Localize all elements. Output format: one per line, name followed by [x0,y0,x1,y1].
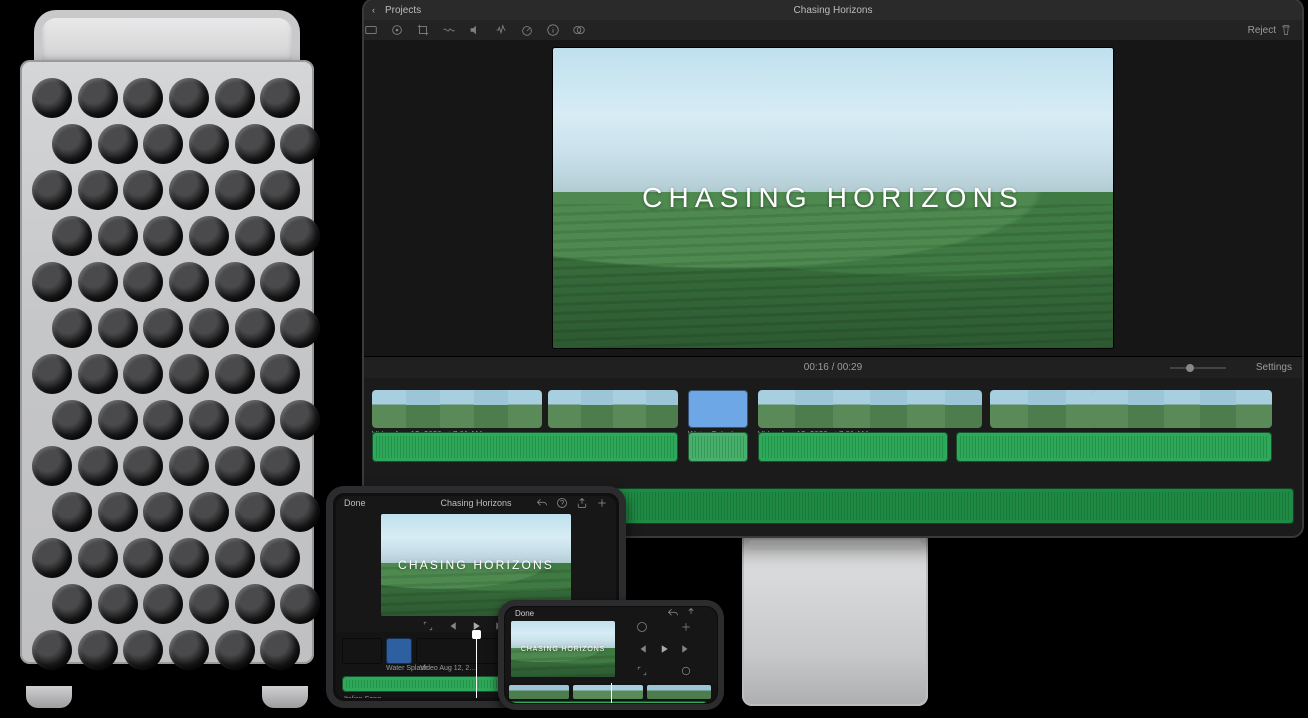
prev-icon[interactable] [446,620,458,632]
done-button[interactable]: Done [515,609,534,618]
imovie-app: ‹ Projects Chasing Horizons [364,0,1302,536]
share-icon[interactable] [576,497,588,509]
audio-clip[interactable] [372,432,678,462]
back-to-projects[interactable]: Projects [385,5,421,16]
music-clip[interactable] [509,701,707,703]
add-icon[interactable] [596,497,608,509]
mac-pro-tower [20,14,314,686]
iphone-controls [621,621,711,681]
video-track[interactable]: Video Aug 12, 2020 at 7:01 AM Water Spla… [372,390,1294,428]
mac-pro-handle [34,10,300,66]
speed-icon[interactable] [520,23,534,37]
iphone-timeline[interactable] [505,683,717,703]
title-overlay: CHASING HORIZONS [553,48,1113,348]
mac-pro-body [20,60,314,664]
video-frame[interactable]: CHASING HORIZONS [553,48,1113,348]
crop-icon[interactable] [416,23,430,37]
play-icon[interactable] [658,643,670,655]
filter-icon[interactable] [572,23,586,37]
project-settings-icon[interactable] [680,665,692,677]
adjustments-toolbar: Reject [364,20,1302,40]
add-icon[interactable] [680,621,692,633]
next-icon[interactable] [680,643,692,655]
color-correct-icon[interactable] [390,23,404,37]
video-clip[interactable] [758,390,982,428]
stabilize-icon[interactable] [442,23,456,37]
video-clip[interactable] [647,685,711,699]
color-balance-icon[interactable] [364,23,378,37]
title-overlay: CHASING HORIZONS [511,621,615,677]
help-icon[interactable] [556,497,568,509]
time-bar: 00:16 / 00:29 Settings [364,356,1302,378]
prev-icon[interactable] [636,643,648,655]
iphone-imovie: Done CHASING HORIZONS [505,607,717,703]
undo-icon[interactable] [667,607,679,619]
project-title: Chasing Horizons [364,5,1302,16]
fullscreen-icon[interactable] [422,620,434,632]
audio-clip[interactable] [688,432,748,462]
monitor-stand [742,534,928,706]
playhead[interactable] [476,632,477,698]
transition-clip[interactable] [386,638,412,664]
clip-label: Video Aug 12, 2… [420,665,476,672]
preview-viewer: CHASING HORIZONS [364,40,1302,356]
imovie-titlebar: ‹ Projects Chasing Horizons [364,0,1302,20]
video-clip[interactable] [372,390,542,428]
project-title: Chasing Horizons [336,498,616,508]
video-clip[interactable] [342,638,382,664]
iphone-video-frame[interactable]: CHASING HORIZONS [511,621,615,677]
external-monitor: ‹ Projects Chasing Horizons [364,0,1302,536]
time-display: 00:16 / 00:29 [364,362,1302,373]
clip-audio-track[interactable] [372,432,1294,462]
mac-pro-feet [20,686,314,708]
transition-clip[interactable] [688,390,748,428]
audio-clip[interactable] [956,432,1272,462]
audio-clip[interactable] [758,432,948,462]
undo-icon[interactable] [536,497,548,509]
ipad-toolbar: Done Chasing Horizons [336,496,616,510]
back-chevron-icon[interactable]: ‹ [372,5,375,15]
fullscreen-icon[interactable] [636,665,648,677]
video-clip[interactable] [1092,390,1272,428]
share-icon[interactable] [685,607,697,619]
volume-icon[interactable] [468,23,482,37]
help-icon[interactable] [636,621,648,633]
video-clip[interactable] [509,685,569,699]
reject-button[interactable]: Reject [1248,24,1292,36]
noise-icon[interactable] [494,23,508,37]
playhead[interactable] [611,683,612,703]
info-icon[interactable] [546,23,560,37]
iphone-device: Done CHASING HORIZONS [498,600,724,710]
music-label: Italian Song [344,696,381,698]
video-clip[interactable] [548,390,678,428]
video-clip[interactable] [573,685,643,699]
iphone-toolbar: Done [505,607,717,619]
